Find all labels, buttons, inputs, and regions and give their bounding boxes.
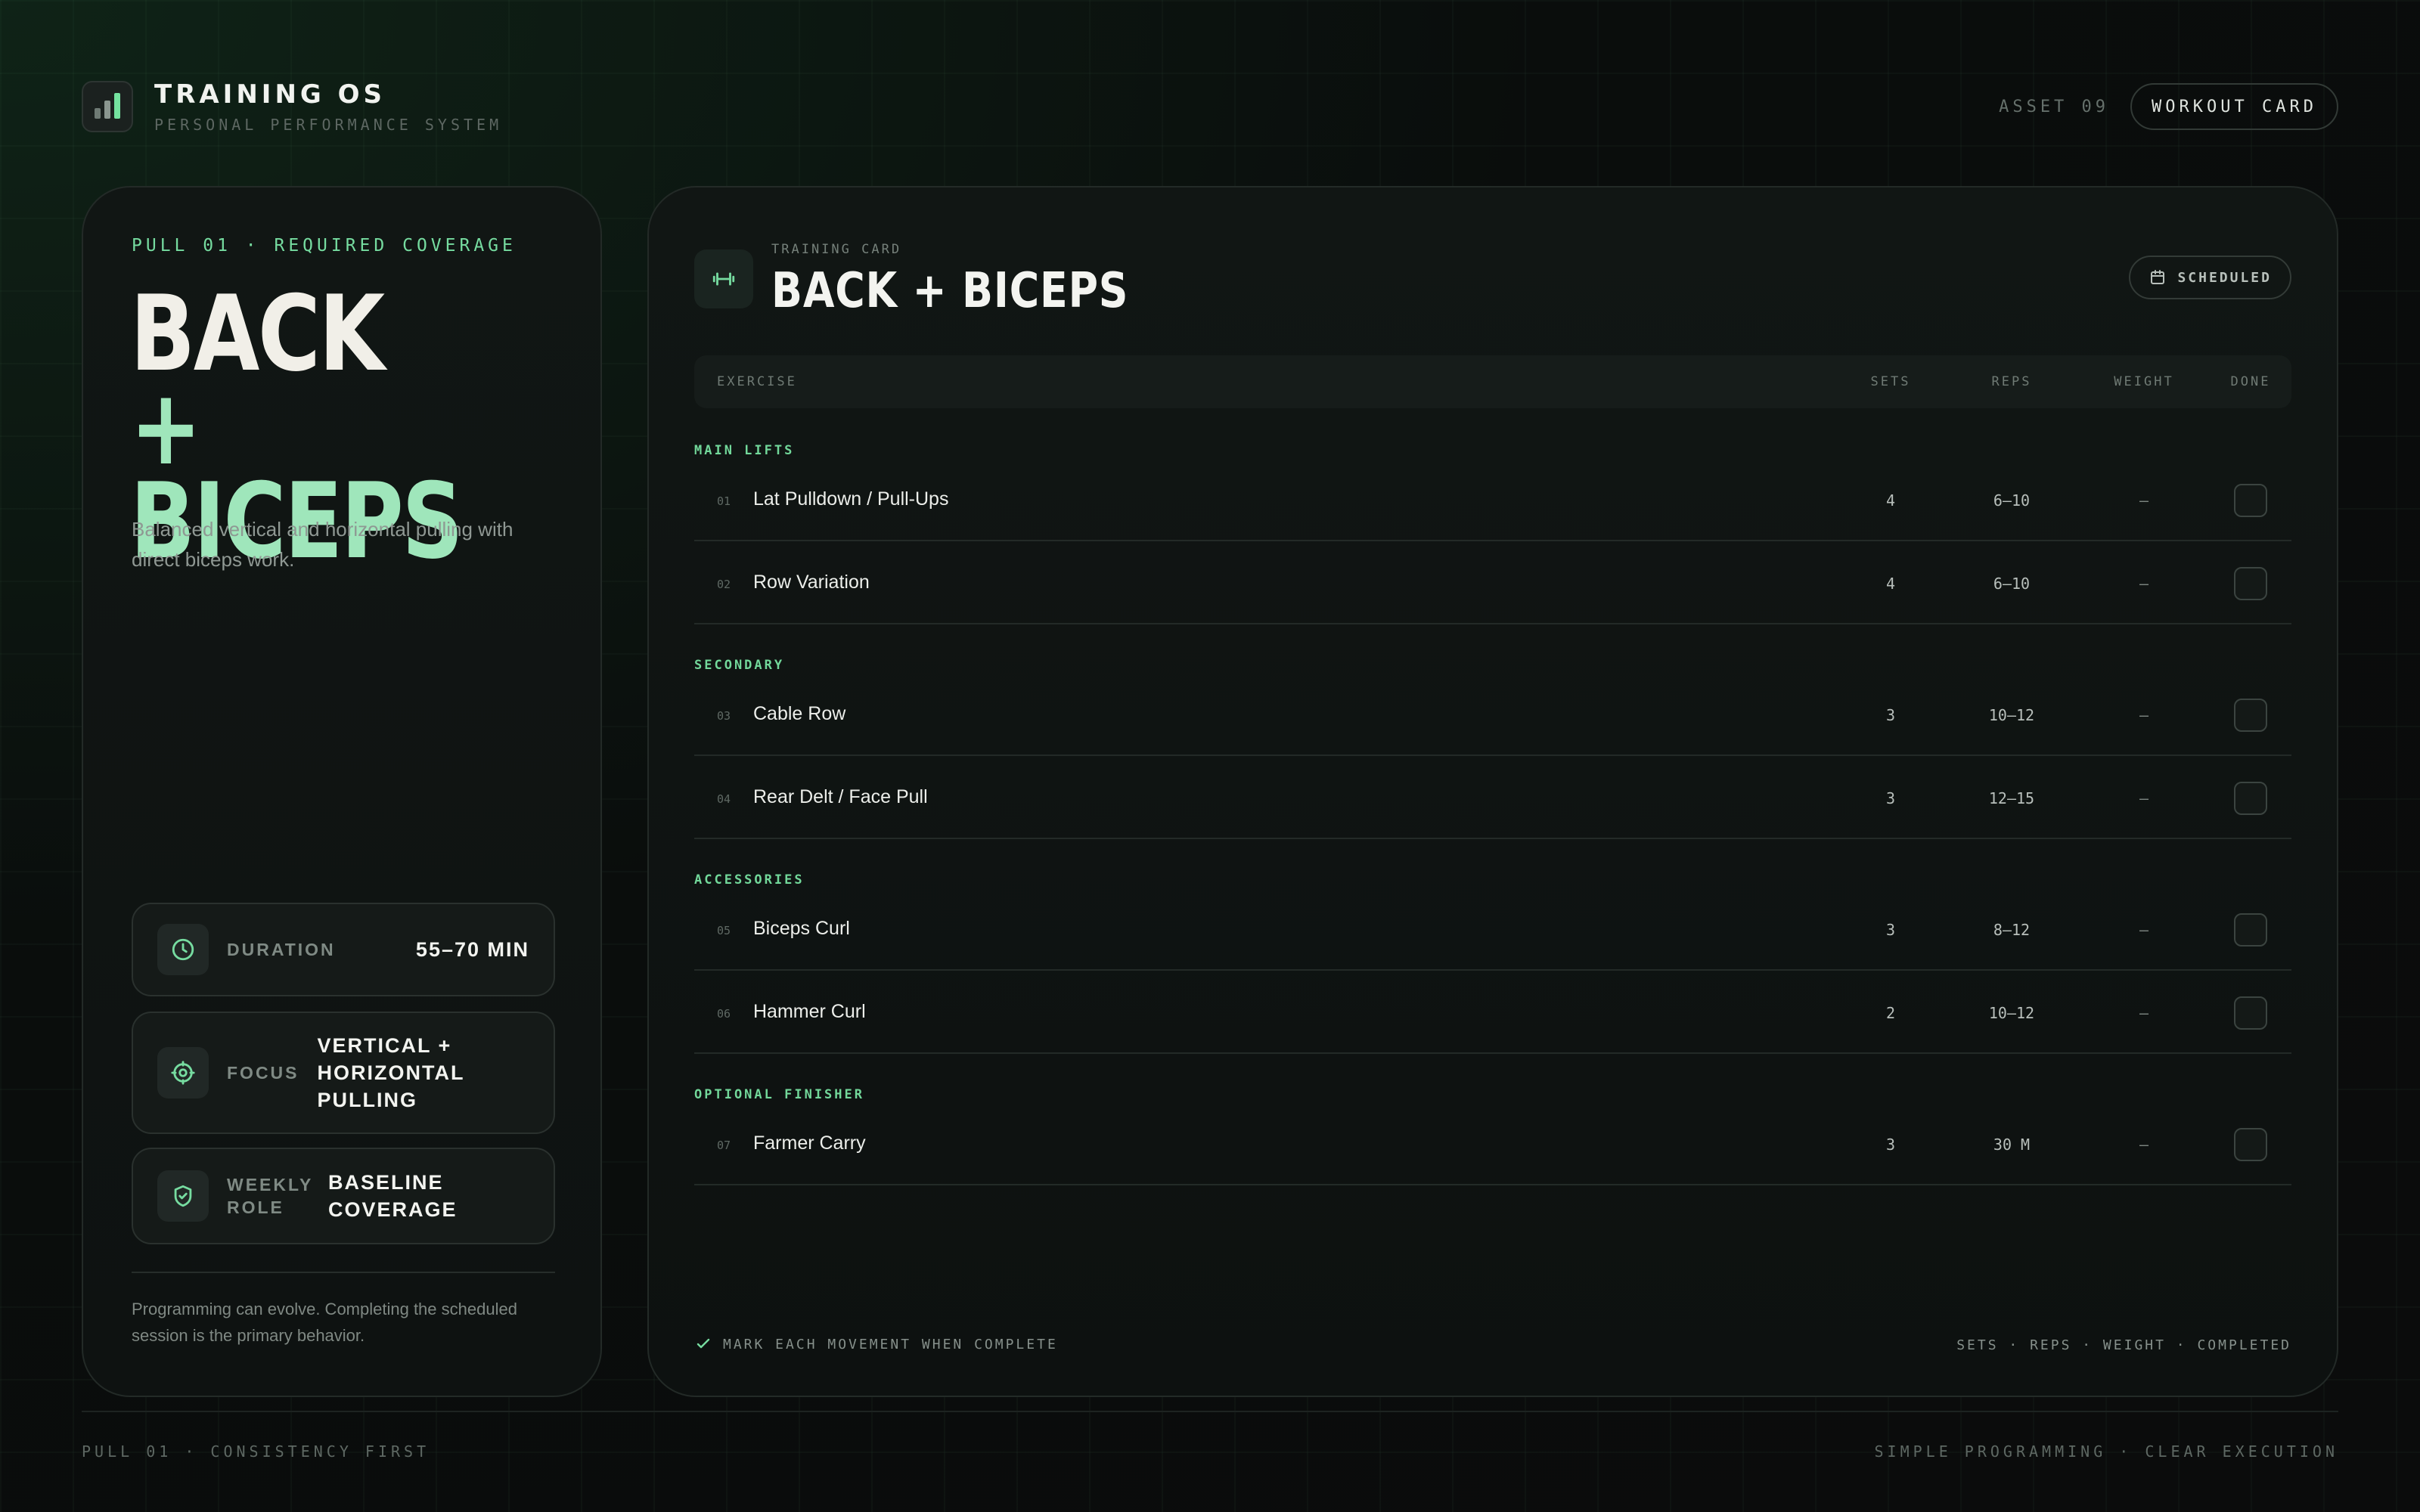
table-row: 04 Rear Delt / Face Pull 3 12–15 – xyxy=(694,758,2291,839)
check-icon xyxy=(697,1338,710,1349)
table-row: 02 Row Variation 4 6–10 – xyxy=(694,543,2291,624)
weight-value: – xyxy=(2139,1004,2149,1022)
done-checkbox[interactable] xyxy=(2234,484,2267,517)
row-number: 06 xyxy=(717,1007,731,1021)
footer-left-text: PULL 01 · CONSISTENCY FIRST xyxy=(82,1442,430,1461)
weight-value: – xyxy=(2139,706,2149,724)
sets-value: 3 xyxy=(1885,706,1896,724)
summary-note: Programming can evolve. Completing the s… xyxy=(132,1300,517,1345)
reps-value: 10–12 xyxy=(1988,706,2035,724)
column-sets: SETS xyxy=(1870,374,1911,389)
bar-chart-icon xyxy=(82,81,133,132)
sets-value: 3 xyxy=(1885,921,1896,939)
asset-label: ASSET 09 xyxy=(1999,97,2110,116)
table-row: 06 Hammer Curl 2 10–12 – xyxy=(694,972,2291,1054)
done-checkbox[interactable] xyxy=(2234,567,2267,600)
exercise-name: Lat Pulldown / Pull-Ups xyxy=(753,488,949,510)
exercise-name: Rear Delt / Face Pull xyxy=(753,786,928,807)
weight-value: – xyxy=(2139,1136,2149,1154)
exercise-name: Cable Row xyxy=(753,703,846,724)
reps-value: 8–12 xyxy=(1993,921,2031,939)
stat-value: 55–70 MIN xyxy=(415,938,529,961)
reps-value: 10–12 xyxy=(1988,1004,2035,1022)
exercise-name: Biceps Curl xyxy=(753,918,850,939)
reps-value: 30 M xyxy=(1993,1136,2031,1154)
stat-label: FOCUS xyxy=(227,1063,299,1083)
brand-subtitle: PERSONAL PERFORMANCE SYSTEM xyxy=(154,116,503,134)
done-checkbox[interactable] xyxy=(2234,913,2267,947)
row-number: 02 xyxy=(717,578,731,591)
stat-focus: FOCUS VERTICAL + HORIZONTAL PULLING xyxy=(132,1012,555,1134)
done-checkbox[interactable] xyxy=(2234,1128,2267,1161)
summary-panel: PULL 01 · REQUIRED COVERAGE BACK + BICEP… xyxy=(82,186,602,1397)
weight-value: – xyxy=(2139,921,2149,939)
sets-value: 3 xyxy=(1885,789,1896,807)
stat-label: WEEKLY ROLE xyxy=(227,1175,313,1217)
table-row: 07 Farmer Carry 3 30 M – xyxy=(694,1104,2291,1185)
weight-value: – xyxy=(2139,789,2149,807)
clock-icon xyxy=(157,924,209,975)
row-number: 01 xyxy=(717,494,731,508)
sets-value: 3 xyxy=(1885,1136,1896,1154)
row-number: 07 xyxy=(717,1139,731,1152)
card-title: BACK + BICEPS xyxy=(771,263,1129,319)
table-row: 01 Lat Pulldown / Pull-Ups 4 6–10 – xyxy=(694,460,2291,541)
stat-duration: DURATION 55–70 MIN xyxy=(132,903,555,996)
stat-value: BASELINE COVERAGE xyxy=(328,1171,458,1221)
done-checkbox[interactable] xyxy=(2234,996,2267,1030)
scheduled-status-label: SCHEDULED xyxy=(2177,269,2272,286)
table-header: EXERCISE SETS REPS WEIGHT DONE xyxy=(694,355,2291,408)
stat-value: VERTICAL + HORIZONTAL PULLING xyxy=(317,1034,464,1111)
calendar-icon xyxy=(2151,270,2165,284)
sets-value: 4 xyxy=(1885,575,1896,593)
column-reps: REPS xyxy=(1991,374,2032,389)
column-done: DONE xyxy=(2230,374,2271,389)
column-weight: WEIGHT xyxy=(2114,374,2174,389)
sets-value: 2 xyxy=(1885,1004,1896,1022)
stat-weekly-role: WEEKLY ROLE BASELINE COVERAGE xyxy=(132,1148,555,1244)
brand: TRAINING OS PERSONAL PERFORMANCE SYSTEM xyxy=(82,79,502,134)
stat-label: DURATION xyxy=(227,940,336,959)
brand-title: TRAINING OS xyxy=(154,79,386,110)
table-row: 05 Biceps Curl 3 8–12 – xyxy=(694,889,2291,971)
footer-divider xyxy=(82,1411,2338,1412)
exercise-name: Farmer Carry xyxy=(753,1132,866,1154)
section-label-optional-finisher: OPTIONAL FINISHER xyxy=(694,1087,864,1102)
exercise-name: Row Variation xyxy=(753,572,870,593)
dumbbell-icon xyxy=(694,249,753,308)
section-label-accessories: ACCESSORIES xyxy=(694,872,805,888)
divider xyxy=(132,1272,555,1273)
done-checkbox[interactable] xyxy=(2234,699,2267,732)
row-number: 04 xyxy=(717,792,731,806)
scheduled-status-button[interactable]: SCHEDULED xyxy=(2129,256,2291,299)
summary-description: Balanced vertical and horizontal pulling… xyxy=(132,518,513,571)
sets-value: 4 xyxy=(1885,491,1896,510)
shield-check-icon xyxy=(157,1170,209,1222)
target-icon xyxy=(157,1047,209,1098)
column-exercise: EXERCISE xyxy=(717,374,797,389)
reps-value: 12–15 xyxy=(1988,789,2035,807)
card-footer-legend: SETS · REPS · WEIGHT · COMPLETED xyxy=(1956,1337,2291,1353)
app-header: TRAINING OS PERSONAL PERFORMANCE SYSTEM … xyxy=(82,79,2338,134)
reps-value: 6–10 xyxy=(1993,491,2031,510)
footer-right-text: SIMPLE PROGRAMMING · CLEAR EXECUTION xyxy=(1874,1442,2338,1461)
weight-value: – xyxy=(2139,575,2149,593)
header-right: ASSET 09 WORKOUT CARD xyxy=(1999,83,2338,130)
row-number: 03 xyxy=(717,709,731,723)
done-checkbox[interactable] xyxy=(2234,782,2267,815)
card-footer-hint: MARK EACH MOVEMENT WHEN COMPLETE xyxy=(694,1335,1058,1353)
table-row: 03 Cable Row 3 10–12 – xyxy=(694,674,2291,756)
workout-card-pill[interactable]: WORKOUT CARD xyxy=(2130,83,2338,130)
reps-value: 6–10 xyxy=(1993,575,2031,593)
section-label-main-lifts: MAIN LIFTS xyxy=(694,443,795,458)
summary-kicker: PULL 01 · REQUIRED COVERAGE xyxy=(132,236,517,256)
card-footer-hint-text: MARK EACH MOVEMENT WHEN COMPLETE xyxy=(723,1336,1058,1352)
card-kicker: TRAINING CARD xyxy=(771,242,902,257)
section-label-secondary: SECONDARY xyxy=(694,658,785,673)
weight-value: – xyxy=(2139,491,2149,510)
row-number: 05 xyxy=(717,924,731,937)
training-card: TRAINING CARD BACK + BICEPS SCHEDULED EX… xyxy=(647,186,2338,1397)
exercise-name: Hammer Curl xyxy=(753,1001,866,1022)
